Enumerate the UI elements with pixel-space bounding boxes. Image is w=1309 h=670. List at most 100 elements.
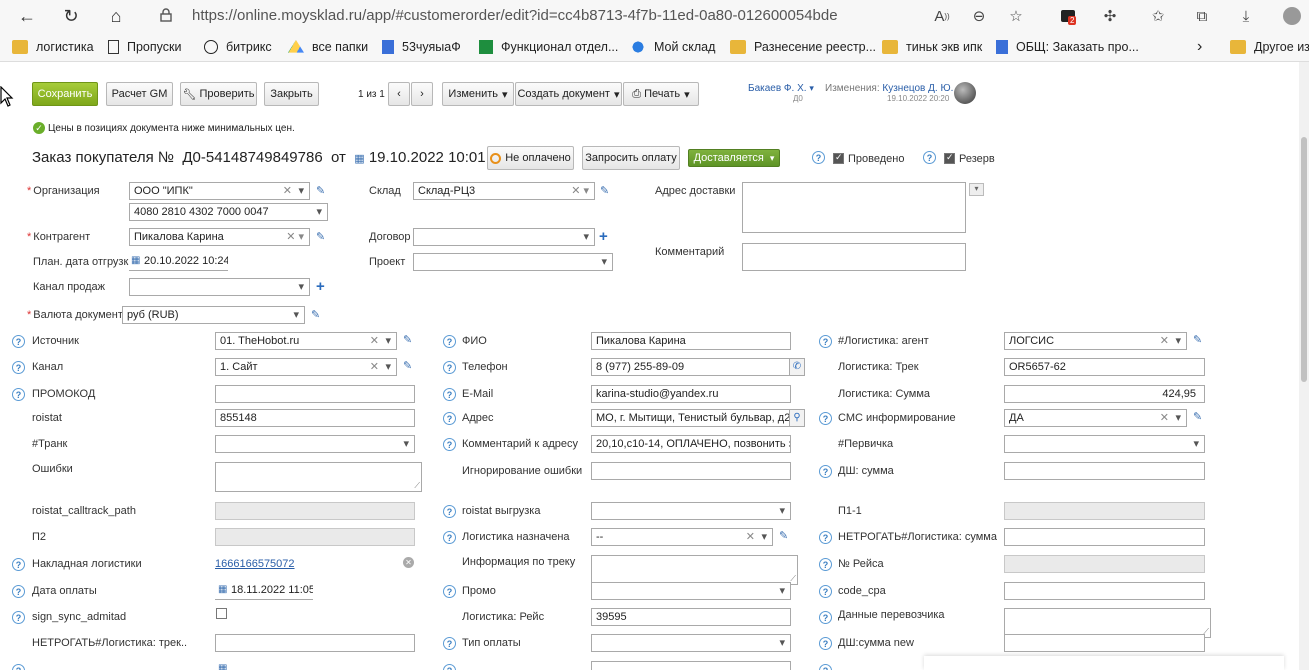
zoom-out-icon[interactable]: ⊖ xyxy=(967,4,991,28)
col2-field-11[interactable] xyxy=(591,634,791,652)
owner-select[interactable]: Бакаев Ф. Х. ▾ xyxy=(748,83,814,94)
bookmark-item[interactable]: 53чуяыаФ xyxy=(382,38,461,56)
bookmark-item[interactable]: ОБЩ: Заказать про... xyxy=(996,38,1139,56)
download-icon[interactable]: ⤓ xyxy=(1234,4,1258,28)
map-pin-icon[interactable]: ⚲ xyxy=(789,409,805,427)
collections-icon[interactable]: ⧉ xyxy=(1190,4,1214,28)
col1-field-3[interactable]: 855148 xyxy=(215,409,415,427)
help-icon[interactable]: ? xyxy=(819,531,832,544)
col3-field-5[interactable] xyxy=(1004,462,1205,480)
bookmark-item[interactable]: Мой склад xyxy=(630,38,715,56)
check-button[interactable]: 🔧︎ Проверить xyxy=(180,82,257,106)
edit-icon[interactable]: ✎ xyxy=(1193,333,1202,346)
add-favorite-icon[interactable]: ☆ xyxy=(1004,4,1028,28)
bookmark-item[interactable]: Другое из xyxy=(1230,38,1309,56)
puzzle-icon[interactable]: ✣ xyxy=(1098,4,1122,28)
scrollbar[interactable] xyxy=(1299,62,1309,670)
col3-field-8[interactable] xyxy=(1004,555,1205,573)
col3-field-1[interactable]: OR5657-62 xyxy=(1004,358,1205,376)
col2-field-3[interactable]: МО, г. Мытищи, Тенистый бульвар, д21, кв… xyxy=(591,409,791,427)
address-bar[interactable]: https://online.moysklad.ru/app/#customer… xyxy=(146,2,1046,29)
col2-field-4[interactable]: 20,10,с10-14, ОПЛАЧЕНО, позвонить за час xyxy=(591,435,791,453)
extension-icon[interactable]: 2 xyxy=(1056,4,1080,28)
back-icon[interactable]: ← xyxy=(14,4,40,28)
col1-checkbox-10[interactable] xyxy=(216,608,227,619)
help-icon[interactable]: ? xyxy=(443,412,456,425)
scroll-thumb[interactable] xyxy=(1301,137,1307,382)
phone-icon[interactable]: ✆ xyxy=(789,358,805,376)
help-icon[interactable]: ? xyxy=(443,388,456,401)
ship-date-field[interactable]: ▦ 20.10.2022 10:24 xyxy=(129,253,228,271)
edit-icon[interactable]: ✎ xyxy=(311,308,320,321)
col1-field-11[interactable] xyxy=(215,634,415,652)
col1-field-5[interactable]: ⟋ xyxy=(215,462,422,492)
help-icon[interactable]: ? xyxy=(812,151,825,164)
bookmark-item[interactable]: тиньк экв ипк xyxy=(882,38,982,56)
help-icon[interactable]: ? xyxy=(12,611,25,624)
contract-select[interactable] xyxy=(413,228,595,246)
help-icon[interactable]: ? xyxy=(819,585,832,598)
avatar[interactable] xyxy=(954,82,976,104)
col3-field-6[interactable] xyxy=(1004,502,1205,520)
home-icon[interactable]: ⌂ xyxy=(103,4,129,28)
expand-icon[interactable]: ▾ xyxy=(969,183,984,196)
help-icon[interactable]: ? xyxy=(443,664,456,670)
help-icon[interactable]: ? xyxy=(819,664,832,670)
edit-icon[interactable]: ✎ xyxy=(316,184,325,197)
col3-field-0[interactable]: ЛОГСИС ✕ xyxy=(1004,332,1187,350)
help-icon[interactable]: ? xyxy=(819,465,832,478)
bookmark-item[interactable]: все папки xyxy=(288,38,368,56)
bookmark-item[interactable]: логистика xyxy=(12,38,94,56)
currency-select[interactable]: руб (RUB) xyxy=(122,306,305,324)
help-icon[interactable]: ? xyxy=(12,585,25,598)
account-select[interactable]: 4080 2810 4302 7000 0047 xyxy=(129,203,328,221)
help-icon[interactable]: ? xyxy=(12,361,25,374)
edit-icon[interactable]: ✎ xyxy=(403,359,412,372)
profile-icon[interactable] xyxy=(1280,4,1304,28)
col1-link-8[interactable]: 1666166575072 xyxy=(215,558,295,570)
help-icon[interactable]: ? xyxy=(443,505,456,518)
col2-field-2[interactable]: karina-studio@yandex.ru xyxy=(591,385,791,403)
col1-field-9[interactable]: ▦ 18.11.2022 11:05 xyxy=(215,582,313,600)
col2-field-1[interactable]: 8 (977) 255-89-09 xyxy=(591,358,791,376)
help-icon[interactable]: ? xyxy=(819,637,832,650)
read-aloud-icon[interactable]: A)) xyxy=(930,4,954,28)
delivery-address-field[interactable] xyxy=(742,182,966,233)
col2-field-10[interactable]: 39595 xyxy=(591,608,791,626)
close-button[interactable]: Закрыть xyxy=(264,82,319,106)
help-icon[interactable]: ? xyxy=(819,335,832,348)
project-select[interactable] xyxy=(413,253,613,271)
col2-field-0[interactable]: Пикалова Карина xyxy=(591,332,791,350)
edit-icon[interactable]: ✎ xyxy=(1193,410,1202,423)
payment-status-button[interactable]: Не оплачено xyxy=(487,146,574,170)
sales-channel-select[interactable] xyxy=(129,278,310,296)
request-payment-button[interactable]: Запросить оплату xyxy=(582,146,680,170)
comment-field[interactable] xyxy=(742,243,966,271)
add-icon[interactable]: + xyxy=(316,278,325,295)
help-icon[interactable]: ? xyxy=(819,611,832,624)
col2-field-cut[interactable] xyxy=(591,661,791,670)
edit-icon[interactable]: ✎ xyxy=(600,184,609,197)
col1-field-0[interactable]: 01. TheHobot.ru ✕ xyxy=(215,332,397,350)
counterparty-select[interactable]: Пикалова Карина ✕ ▾ xyxy=(129,228,310,246)
help-icon[interactable]: ? xyxy=(12,388,25,401)
edit-icon[interactable]: ✎ xyxy=(403,333,412,346)
col2-field-9[interactable] xyxy=(591,582,791,600)
help-icon[interactable]: ? xyxy=(443,335,456,348)
col2-field-7[interactable]: -- ✕ xyxy=(591,528,773,546)
change-menu-button[interactable]: Изменить ▾ xyxy=(442,82,514,106)
edit-icon[interactable]: ✎ xyxy=(316,230,325,243)
warehouse-select[interactable]: Склад-РЦ3 ✕ ▾ xyxy=(413,182,595,200)
save-button[interactable]: Сохранить xyxy=(32,82,98,106)
col3-field-9[interactable] xyxy=(1004,582,1205,600)
col2-field-8[interactable]: ⟋ xyxy=(591,555,798,585)
clear-icon[interactable]: ✕ xyxy=(403,557,414,568)
help-icon[interactable]: ? xyxy=(819,412,832,425)
bookmark-item[interactable]: Функционал отдел... xyxy=(479,38,618,56)
help-icon[interactable]: ? xyxy=(819,558,832,571)
help-icon[interactable]: ? xyxy=(12,558,25,571)
posted-checkbox[interactable] xyxy=(833,152,844,164)
col1-field-1[interactable]: 1. Сайт ✕ xyxy=(215,358,397,376)
col1-field-4[interactable] xyxy=(215,435,415,453)
calc-gm-button[interactable]: Расчет GM xyxy=(106,82,173,106)
